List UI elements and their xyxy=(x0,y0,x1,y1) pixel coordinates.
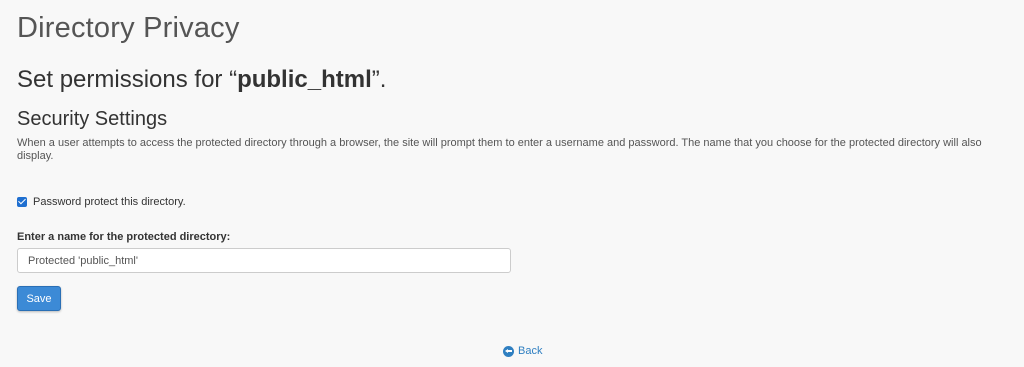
arrow-circle-left-icon xyxy=(503,345,514,357)
save-button[interactable]: Save xyxy=(17,286,61,311)
security-settings-title: Security Settings xyxy=(17,108,168,130)
protected-directory-name-input[interactable] xyxy=(17,248,511,273)
permissions-heading: Set permissions for “public_html”. xyxy=(17,66,386,94)
password-protect-label: Password protect this directory. xyxy=(33,196,186,208)
back-label: Back xyxy=(518,345,543,357)
back-link[interactable]: Back xyxy=(503,345,542,357)
security-settings-description: When a user attempts to access the prote… xyxy=(17,137,982,162)
directory-privacy-page: Directory Privacy Set permissions for “p… xyxy=(0,0,1024,367)
protected-directory-name-label: Enter a name for the protected directory… xyxy=(17,231,231,243)
directory-name: public_html xyxy=(237,66,372,93)
checkbox-checked-icon[interactable] xyxy=(17,197,27,207)
password-protect-option[interactable]: Password protect this directory. xyxy=(17,196,186,208)
page-title: Directory Privacy xyxy=(17,12,240,44)
permissions-prefix: Set permissions for “ xyxy=(17,66,238,93)
permissions-suffix: ”. xyxy=(371,66,387,93)
